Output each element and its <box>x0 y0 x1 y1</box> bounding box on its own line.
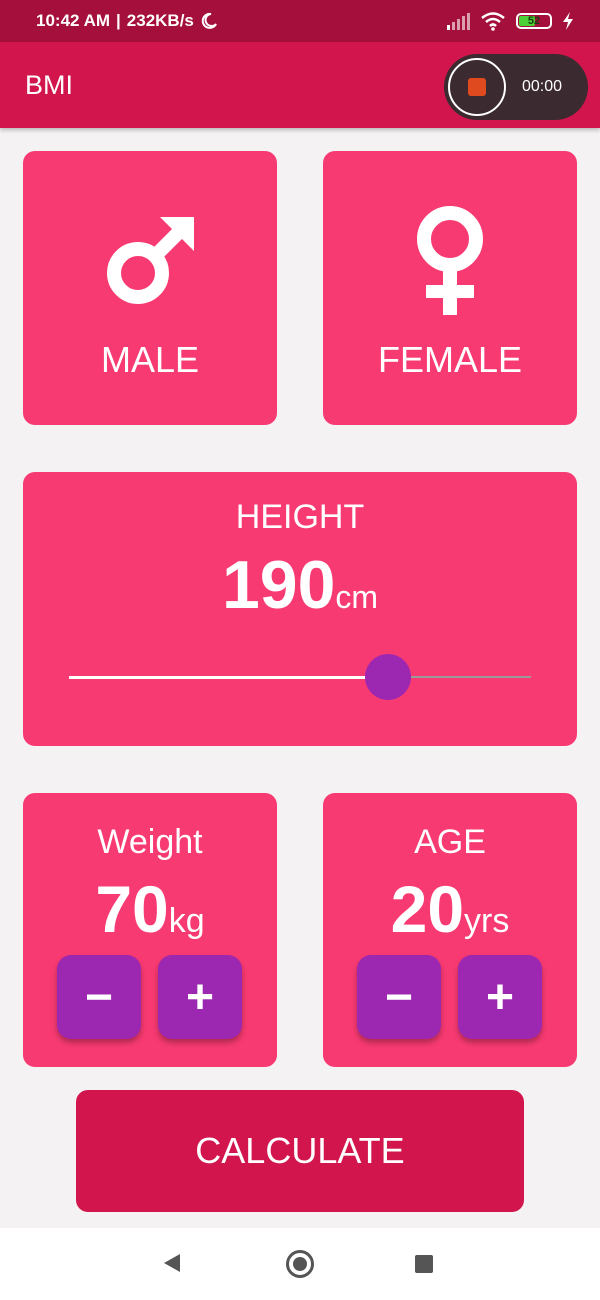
calculate-button[interactable]: CALCULATE <box>76 1090 524 1212</box>
weight-unit: kg <box>168 902 205 940</box>
age-unit: yrs <box>464 902 510 940</box>
screen-recorder[interactable]: 00:00 <box>444 54 588 120</box>
home-icon-dot <box>293 1257 307 1271</box>
moon-icon <box>201 12 217 29</box>
male-icon <box>107 217 194 304</box>
recents-icon[interactable] <box>415 1255 433 1273</box>
height-value: 190 <box>221 547 336 623</box>
weight-value-row: 70kg <box>23 871 277 947</box>
height-slider-active-track[interactable] <box>69 676 388 679</box>
stop-record-icon <box>468 78 486 96</box>
status-separator: | <box>116 11 121 30</box>
female-icon <box>417 206 483 315</box>
height-card: HEIGHT 190cm <box>23 472 577 746</box>
battery-level: 52 <box>527 15 541 27</box>
male-card[interactable]: MALE <box>23 151 277 425</box>
status-bar: 10:42 AM | 232KB/s 52 <box>0 0 600 42</box>
height-value-row: 190cm <box>23 546 577 624</box>
weight-card: Weight 70kg − + <box>23 793 277 1067</box>
charging-icon <box>563 12 573 30</box>
height-slider-thumb[interactable] <box>364 654 411 700</box>
navigation-bar <box>0 1228 600 1300</box>
age-label: AGE <box>414 823 486 861</box>
age-increment-button[interactable]: + <box>458 955 542 1039</box>
status-right: 52 <box>446 0 574 42</box>
age-value-row: 20yrs <box>323 871 577 947</box>
status-time: 10:42 AM <box>36 11 111 30</box>
stop-record-button[interactable] <box>448 58 506 116</box>
weight-increment-button[interactable]: + <box>158 955 242 1039</box>
age-card: AGE 20yrs − + <box>323 793 577 1067</box>
back-icon[interactable] <box>164 1254 180 1272</box>
app-bar: BMI 00:00 <box>0 42 600 128</box>
status-speed: 232KB/s <box>126 11 194 30</box>
signal-icon <box>447 13 470 30</box>
status-left: 10:42 AM | 232KB/s <box>36 0 218 42</box>
age-value: 20 <box>390 872 465 946</box>
wifi-icon <box>481 12 505 31</box>
app-title: BMI <box>25 69 74 100</box>
home-icon[interactable] <box>286 1250 314 1278</box>
weight-value: 70 <box>95 872 169 946</box>
male-label: MALE <box>100 339 200 380</box>
female-label: FEMALE <box>377 339 523 380</box>
female-card[interactable]: FEMALE <box>323 151 577 425</box>
weight-decrement-button[interactable]: − <box>57 955 141 1039</box>
age-decrement-button[interactable]: − <box>357 955 441 1039</box>
height-unit: cm <box>335 579 379 615</box>
battery-icon: 52 <box>516 13 552 29</box>
recorder-time: 00:00 <box>522 78 563 95</box>
height-label: HEIGHT <box>235 498 365 536</box>
weight-label: Weight <box>97 823 203 861</box>
